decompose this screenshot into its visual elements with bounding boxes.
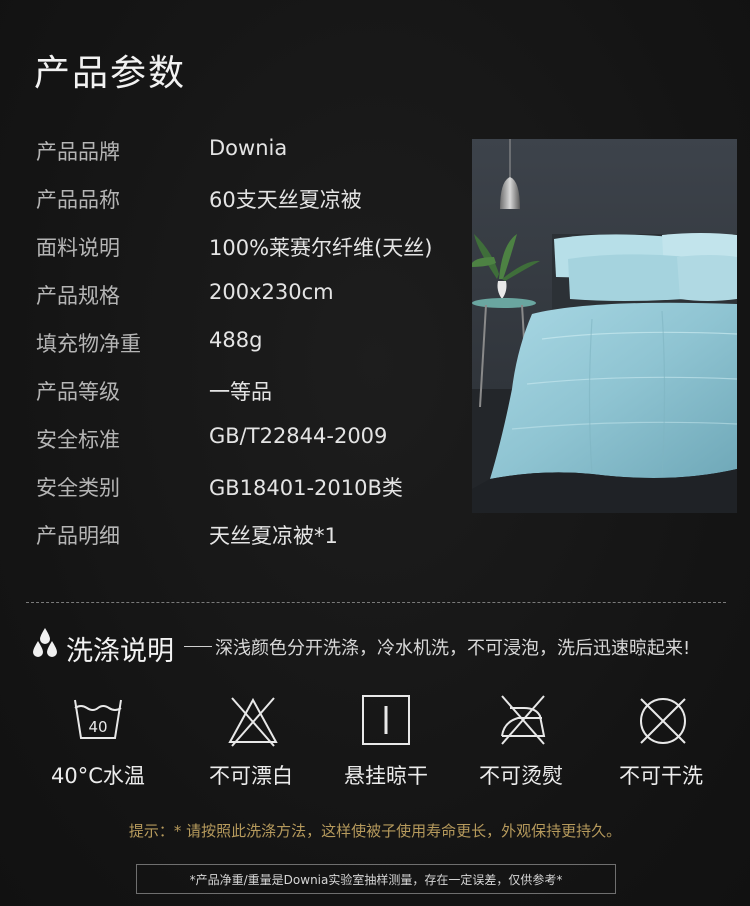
care-item-hang-dry: 悬挂晾干 [331, 694, 441, 794]
spec-label: 安全标准 [36, 428, 120, 452]
product-photo [472, 139, 737, 513]
care-label: 不可漂白 [209, 764, 293, 788]
spec-label: 安全类别 [36, 476, 120, 500]
page-title: 产品参数 [34, 53, 187, 94]
hang-dry-icon [362, 695, 410, 745]
wash-heading: 洗涤说明 [66, 636, 174, 667]
care-item-wash-40: 40 40°C水温 [43, 694, 153, 794]
spec-value: 488g [209, 328, 263, 352]
disclaimer-box: *产品净重/重量是Downia实验室抽样测量，存在一定误差，仅供参考* [136, 864, 616, 894]
spec-label: 产品明细 [36, 524, 120, 548]
care-item-no-dry-clean: 不可干洗 [606, 694, 716, 794]
care-tip: 提示：* 请按照此洗涤方法，这样使被子使用寿命更长，外观保持更持久。 [128, 822, 622, 840]
care-label: 不可烫熨 [479, 764, 563, 788]
no-bleach-icon [228, 697, 278, 747]
spec-value: 200x230cm [209, 280, 334, 304]
spec-label: 产品品牌 [36, 140, 120, 164]
spec-label: 产品等级 [36, 380, 120, 404]
spec-label: 产品品称 [36, 188, 120, 212]
spec-value: Downia [209, 136, 288, 160]
wash-description: 深浅颜色分开洗涤，冷水机洗，不可浸泡，洗后迅速晾起来! [215, 638, 691, 659]
spec-value: 60支天丝夏凉被 [209, 188, 362, 212]
spec-label: 填充物净重 [36, 332, 141, 356]
no-iron-icon [501, 695, 546, 745]
no-dry-clean-icon [640, 698, 686, 744]
wash-40-icon: 40 [74, 699, 122, 739]
spec-value: 一等品 [209, 380, 272, 404]
page: 产品参数 产品品牌 Downia 产品品称 60支天丝夏凉被 面料说明 100%… [0, 0, 750, 906]
spec-label: 产品规格 [36, 284, 120, 308]
spec-value: GB/T22844-2009 [209, 424, 388, 448]
care-label: 悬挂晾干 [344, 764, 428, 788]
spec-value: GB18401-2010B类 [209, 476, 403, 500]
care-label: 不可干洗 [619, 764, 703, 788]
wash-temp-text: 40 [88, 718, 107, 736]
spec-value: 100%莱赛尔纤维(天丝) [209, 236, 433, 260]
care-item-no-iron: 不可烫熨 [466, 694, 576, 794]
water-drops-icon [33, 628, 57, 657]
care-item-no-bleach: 不可漂白 [196, 694, 306, 794]
spec-label: 面料说明 [36, 236, 120, 260]
wash-dash [184, 646, 212, 647]
care-label: 40°C水温 [51, 764, 145, 788]
spec-value: 天丝夏凉被*1 [209, 524, 338, 548]
section-divider [26, 602, 726, 603]
disclaimer-text: *产品净重/重量是Downia实验室抽样测量，存在一定误差，仅供参考* [189, 873, 563, 887]
